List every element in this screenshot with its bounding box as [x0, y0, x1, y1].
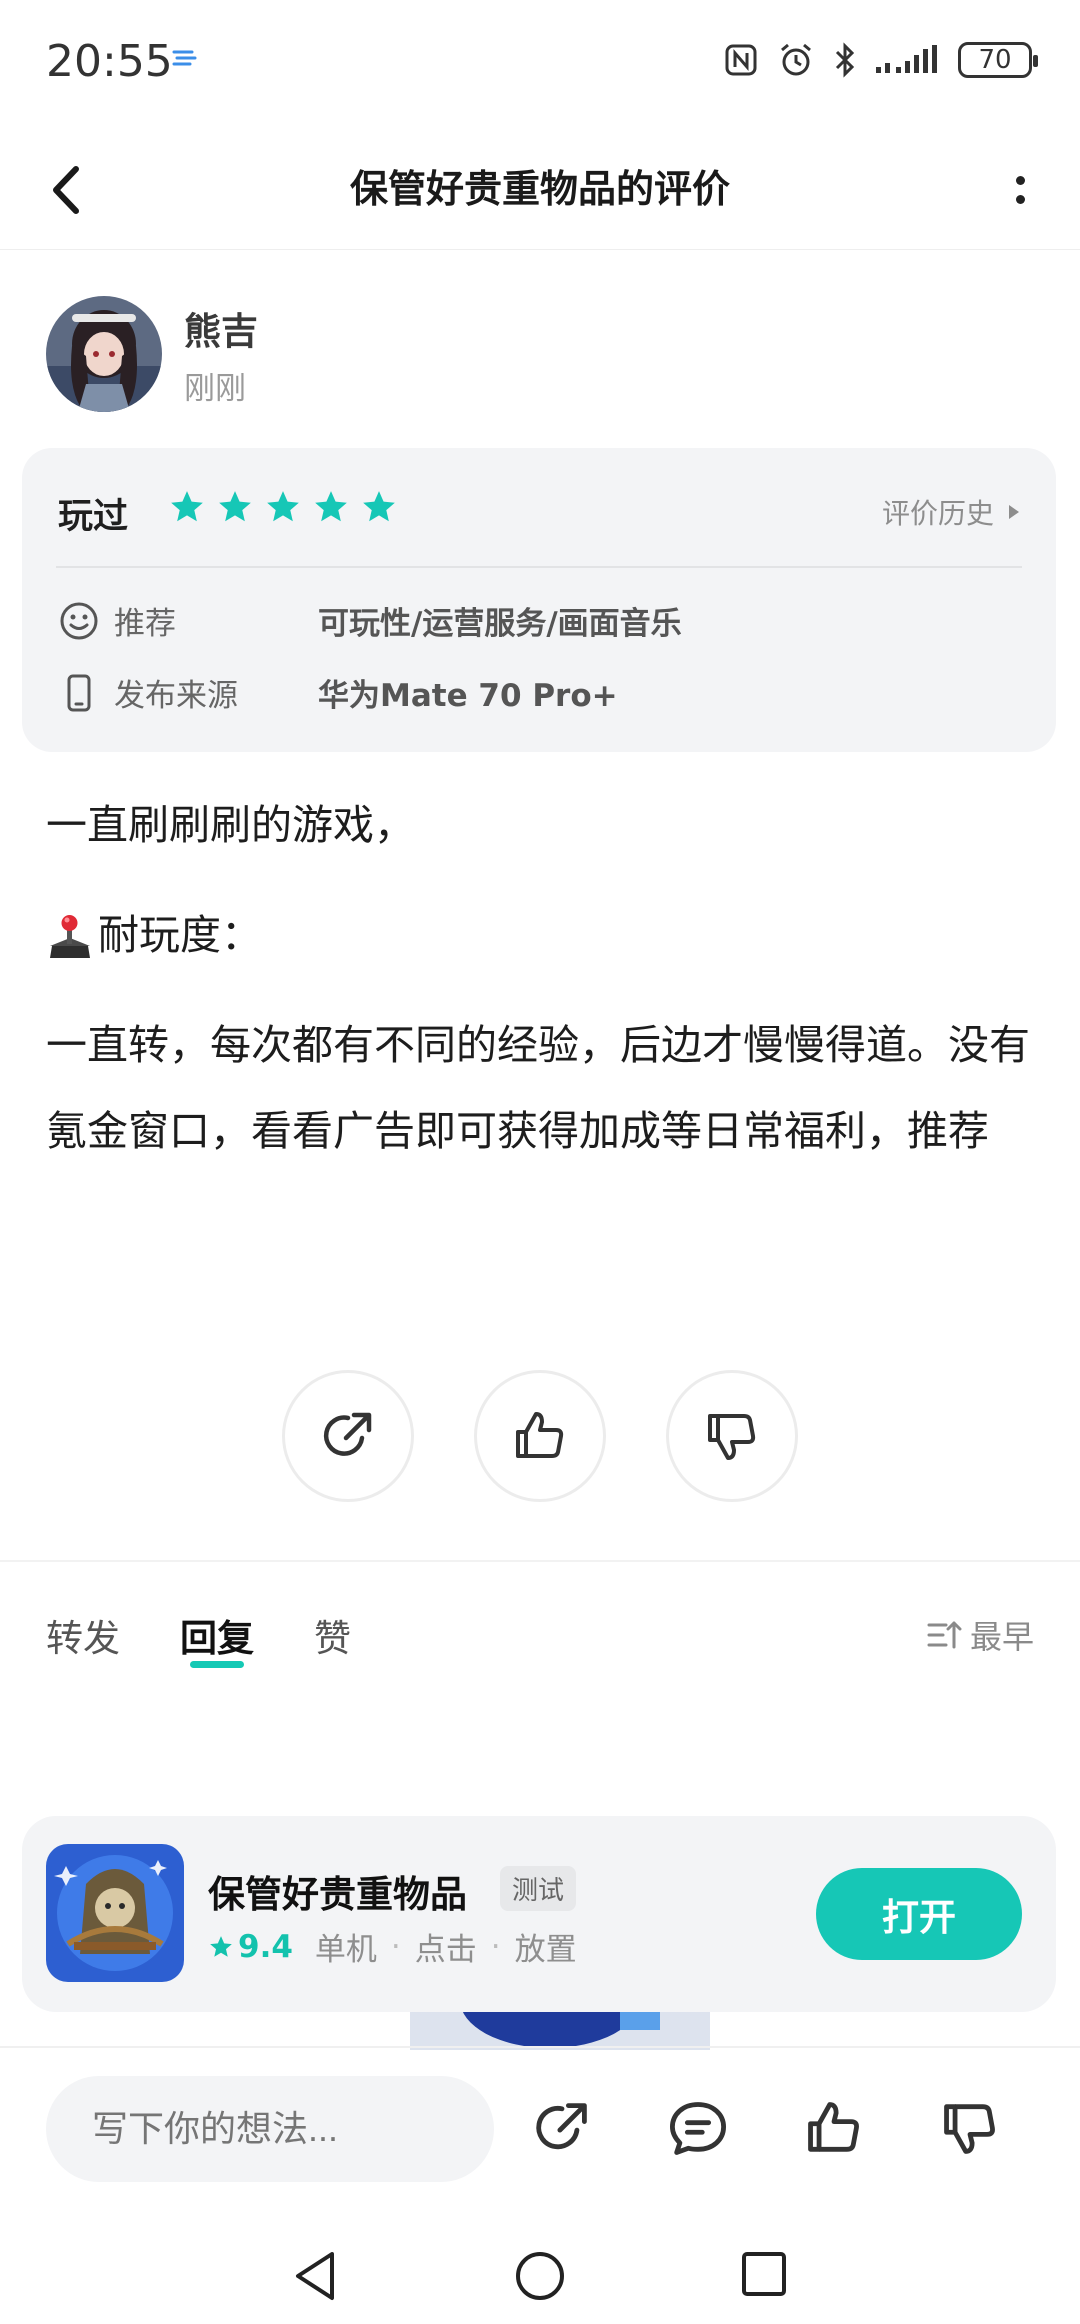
game-tag: 单机: [314, 1932, 377, 1968]
status-time: 20:55: [46, 36, 173, 87]
review-history-link[interactable]: 评价历史: [882, 492, 1022, 532]
tab-forward[interactable]: 转发: [46, 1608, 120, 1662]
bottom-dislike-button[interactable]: [938, 2096, 1002, 2160]
section-divider: [0, 1560, 1080, 1562]
post-time: 刚刚: [184, 370, 246, 407]
game-tag: 点击: [414, 1932, 477, 1968]
star-icon: [267, 491, 299, 522]
test-badge: 测试: [500, 1866, 577, 1911]
played-label: 玩过: [58, 497, 129, 537]
open-game-button[interactable]: 打开: [816, 1868, 1022, 1960]
star-icon: [171, 491, 203, 522]
battery-indicator: 70: [958, 42, 1038, 78]
data-speed-icon: [172, 50, 197, 66]
game-meta: 9.4 单机 · 点击 · 放置: [208, 1924, 577, 1969]
avatar-image: [46, 296, 162, 412]
more-icon-dot: [1015, 195, 1025, 204]
star-icon: [363, 491, 395, 522]
share-icon: [323, 1412, 372, 1456]
signal-icon: [876, 45, 937, 73]
source-value: 华为Mate 70 Pro+: [318, 678, 618, 714]
thumb-up-icon: [808, 2102, 859, 2152]
bottom-comment-button[interactable]: [666, 2096, 730, 2160]
avatar[interactable]: [46, 296, 162, 412]
review-author[interactable]: 熊吉 刚刚: [46, 296, 258, 412]
review-actions: [0, 1370, 1080, 1502]
game-rating: 9.4: [208, 1929, 293, 1965]
game-icon[interactable]: [46, 1844, 184, 1982]
content-line: 一直刷刷刷的游戏，: [46, 801, 415, 849]
dislike-button[interactable]: [666, 1370, 798, 1502]
thumb-up-icon: [516, 1412, 564, 1458]
author-name[interactable]: 熊吉: [184, 301, 258, 355]
like-button[interactable]: [474, 1370, 606, 1502]
tab-replies[interactable]: 回复: [180, 1608, 254, 1668]
content-heading-text: 耐玩度：: [98, 911, 262, 959]
interaction-tabs: 转发 回复 赞: [46, 1608, 351, 1668]
page-title: 保管好贵重物品的评价: [349, 167, 730, 211]
joystick-icon: [50, 915, 90, 958]
sort-label: 最早: [969, 1618, 1034, 1656]
status-bar: 20:55 70: [0, 0, 1080, 130]
bluetooth-icon: [835, 42, 855, 78]
review-content: 一直刷刷刷的游戏， 耐玩度： 一直转，每次都有不同的经验，后边才慢慢得道。没有氪…: [46, 782, 1036, 1198]
comment-icon: [670, 2102, 726, 2155]
nfc-icon: [725, 44, 757, 76]
nav-recents-icon[interactable]: [738, 2248, 790, 2300]
star-icon: [219, 491, 251, 522]
separator-dot: ·: [390, 1928, 401, 1965]
sort-toggle[interactable]: 最早: [926, 1612, 1034, 1658]
recommend-label: 推荐: [114, 606, 176, 642]
source-row: 发布来源 华为Mate 70 Pro+: [58, 670, 618, 715]
status-icons: 70: [724, 42, 1038, 78]
content-paragraph: 一直转，每次都有不同的经验，后边才慢慢得道。没有氪金窗口，看看广告即可获得加成等…: [46, 1021, 1030, 1155]
game-tag: 放置: [514, 1932, 577, 1968]
recommend-value: 可玩性/运营服务/画面音乐: [318, 606, 682, 642]
bottom-divider: [0, 2046, 1080, 2048]
game-card[interactable]: 保管好贵重物品 测试 9.4 单机 · 点击 · 放置 打开: [22, 1816, 1056, 2012]
thumb-down-icon: [944, 2104, 995, 2154]
star-icon: [210, 1935, 232, 1957]
phone-icon: [67, 674, 91, 711]
game-name[interactable]: 保管好贵重物品: [208, 1864, 467, 1918]
bottom-share-button[interactable]: [530, 2096, 594, 2160]
review-summary-card: 玩过 评价历史 推荐 可玩性/运营服务/画面音乐 发布来源 华为Mate 70 …: [22, 448, 1056, 752]
content-heading: 耐玩度：: [46, 892, 1036, 978]
sort-icon: [927, 1621, 962, 1649]
review-history-label: 评价历史: [881, 497, 994, 530]
share-icon: [536, 2103, 587, 2150]
share-button[interactable]: [282, 1370, 414, 1502]
tab-likes[interactable]: 赞: [314, 1608, 351, 1662]
nav-back-icon[interactable]: [290, 2248, 340, 2304]
game-rating-value: 9.4: [238, 1928, 293, 1965]
divider: [56, 566, 1022, 568]
star-icon: [315, 491, 347, 522]
header: 保管好贵重物品的评价: [0, 130, 1080, 250]
rating-stars: [168, 488, 398, 526]
separator-dot: ·: [490, 1928, 501, 1965]
source-label: 发布来源: [114, 678, 238, 714]
nav-home-icon[interactable]: [512, 2248, 568, 2304]
bottom-like-button[interactable]: [802, 2096, 866, 2160]
more-icon: [1015, 176, 1025, 185]
system-nav-bar: [0, 2230, 1080, 2324]
play-arrow-icon: [1009, 505, 1019, 519]
recommend-row: 推荐 可玩性/运营服务/画面音乐: [58, 598, 682, 643]
comment-input[interactable]: [46, 2076, 494, 2182]
thumb-down-icon: [708, 1414, 756, 1460]
more-button[interactable]: [1000, 160, 1040, 220]
smile-icon: [60, 602, 98, 639]
alarm-icon: [781, 43, 811, 76]
